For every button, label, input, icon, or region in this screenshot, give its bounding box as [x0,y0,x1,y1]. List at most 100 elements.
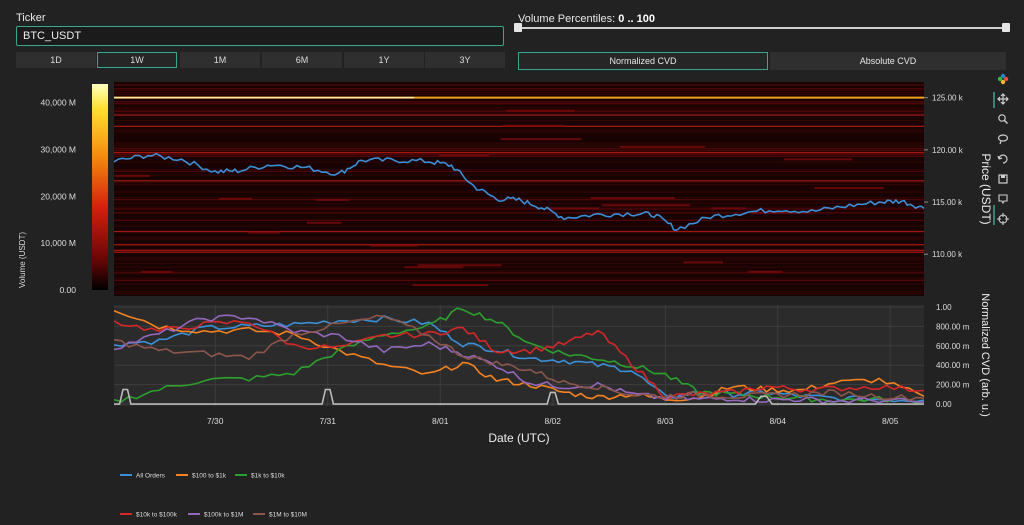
save-icon[interactable] [998,174,1008,184]
price-axis-label: Price (USDT) [979,153,993,224]
heatmap-cell [783,158,853,161]
legend-item[interactable]: $100 to $1k [192,473,227,480]
heatmap-cell [546,207,599,210]
heatmap-band [114,253,924,255]
date-axis-label: Date (UTC) [488,431,549,445]
heatmap-band [114,148,924,150]
colorbar-tick-label: 40,000 M [41,98,76,108]
heatmap-band [114,136,924,139]
heatmap-band [114,167,924,169]
lasso-icon[interactable] [997,134,1009,145]
heatmap-cell [114,174,150,177]
heatmap-band [114,240,924,242]
date-tick-label: 8/05 [882,416,899,426]
date-tick-label: 8/04 [769,416,786,426]
heatmap-band [114,187,924,189]
heatmap-band [114,270,924,272]
zoom-glyph [998,114,1006,122]
spike-icon[interactable] [997,213,1009,225]
lasso-tail [999,140,1002,145]
heatmap-band [114,105,924,107]
heatmap-band [114,232,924,235]
heatmap-band [114,114,924,116]
heatmap-band [114,174,924,176]
heatmap-band [114,277,924,280]
heatmap-cell [248,231,280,234]
heatmap-band [114,178,924,180]
heatmap-band [114,292,924,295]
heatmap-band [114,183,924,186]
zoom-icon[interactable] [998,114,1009,125]
heatmap-band [114,268,924,270]
heatmap-band [114,185,924,188]
heatmap-band [114,227,924,229]
heatmap-band [114,251,924,253]
heatmap-band [114,262,924,265]
heatmap-cell [500,138,582,141]
heatmap-band [114,213,924,216]
heatmap-band [114,155,924,158]
heatmap-band [114,131,924,133]
heatmap-band [114,103,924,105]
heatmap-band [114,191,924,193]
heatmap-band [114,238,924,240]
heatmap-band [114,202,924,205]
legend-item[interactable]: $10k to $100k [136,512,178,519]
heatmap-cell [140,271,173,274]
heatmap-band [114,255,924,257]
heatmap-band [114,234,924,236]
heatmap-band [114,260,924,263]
legend-item[interactable]: All Orders [136,473,166,480]
heatmap-band [114,101,924,103]
heatmap-cell [711,207,746,210]
date-tick-label: 8/03 [657,416,674,426]
heatmap-cell [590,197,676,200]
price-heatmap[interactable] [113,82,925,296]
heatmap-band [114,133,924,135]
colorbar-title: Volume (USDT) [18,232,27,288]
date-tick-label: 7/30 [207,416,224,426]
heatmap-cell [404,266,464,269]
modebar[interactable] [993,73,1009,225]
cvd-tick-label: 600.00 m [936,342,970,351]
heatmap-band [114,182,924,184]
heatmap-band [114,274,924,276]
heatmap-band [114,257,924,259]
heatmap-band [114,163,924,165]
legend-item[interactable]: $100k to $1M [204,512,243,519]
heatmap-band [114,272,924,274]
cvd-axis-label: Normalized CVD (arb. u.) [979,293,991,416]
heatmap-cell [412,284,488,287]
heatmap-band [114,150,924,152]
heatmap-band [114,176,924,178]
heatmap-band [114,91,924,94]
hover-icon[interactable] [998,194,1008,205]
plotly-logo-icon[interactable] [997,73,1009,85]
heatmap-band [114,291,924,293]
legend-item[interactable]: $1k to $10k [251,473,285,480]
heatmap-band [114,172,924,174]
legend-item[interactable]: $1M to $10M [269,512,307,519]
heatmap-band [114,225,924,227]
heatmap-band [114,93,924,96]
heatmap-band [114,285,924,287]
price-tick-label: 115.00 k [932,198,963,207]
heatmap-band [114,223,924,225]
chart-legend[interactable]: All Orders $100 to $1k $1k to $10k $10k to … [120,473,307,519]
cvd-chart[interactable] [113,305,925,406]
heatmap-band [114,142,924,144]
heatmap-band [114,120,924,122]
reset-axes-icon[interactable] [997,154,1008,164]
cvd-tick-label: 1.00 [936,303,952,312]
pan-icon[interactable] [997,93,1009,105]
heatmap-band [114,249,924,251]
heatmap-band [114,180,924,182]
heatmap-band [114,121,924,124]
heatmap-band [114,247,924,250]
colorbar-tick-label: 30,000 M [41,145,76,155]
heatmap-band [114,82,924,84]
heatmap-band [114,129,924,131]
heatmap-band [114,146,924,148]
heatmap-band [114,118,924,120]
heatmap-band [114,244,924,246]
